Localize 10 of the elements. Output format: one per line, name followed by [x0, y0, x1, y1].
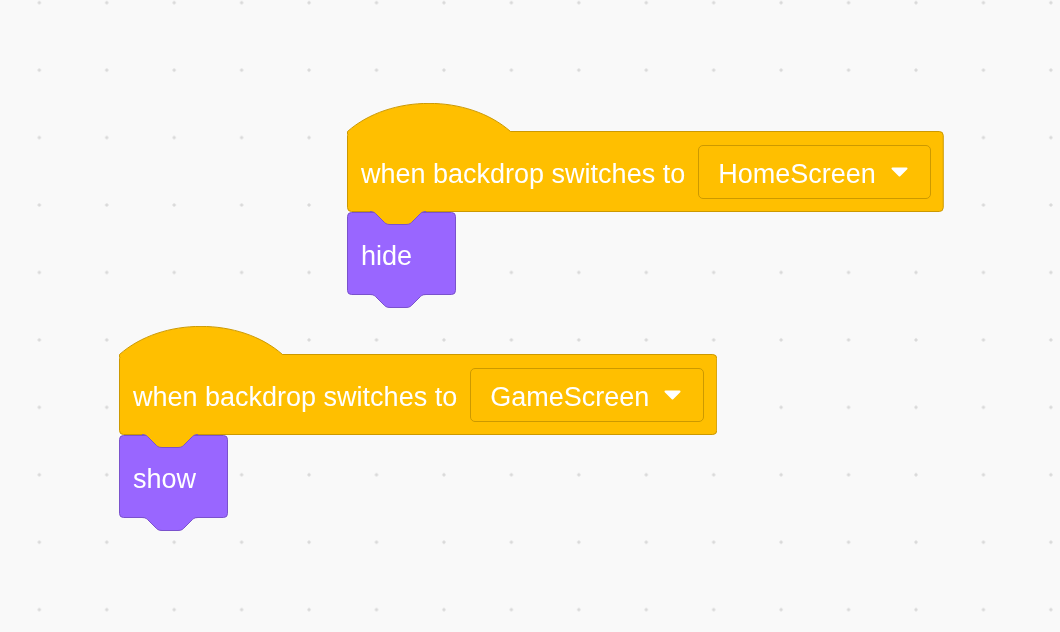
dropdown-field[interactable]: HomeScreen	[698, 144, 931, 199]
caret-icon	[664, 389, 682, 400]
block-text: show	[133, 462, 197, 495]
stack-block[interactable]	[119, 435, 228, 532]
dropdown-field[interactable]: GameScreen	[470, 367, 705, 422]
block-text: when backdrop switches to	[361, 157, 686, 190]
stack-block[interactable]	[347, 212, 456, 309]
block-text: when backdrop switches to	[133, 380, 458, 413]
block-text: hide	[361, 239, 413, 272]
caret-icon	[890, 166, 908, 177]
